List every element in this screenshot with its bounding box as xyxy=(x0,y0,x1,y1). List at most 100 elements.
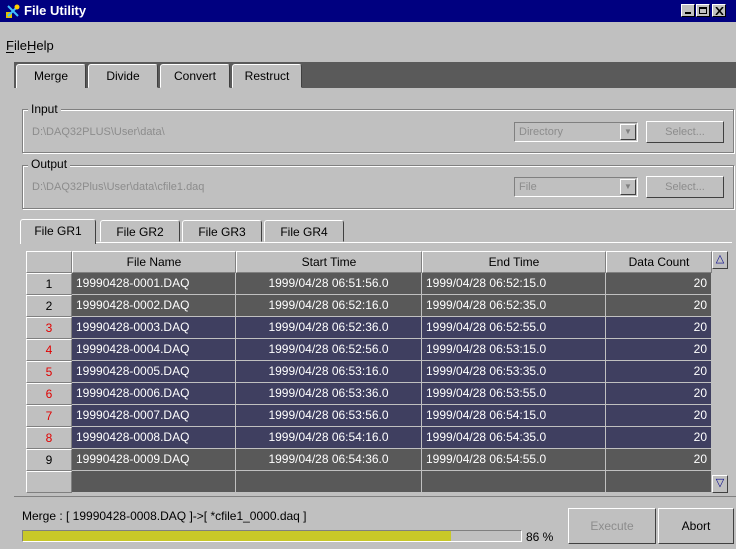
input-type-value: Directory xyxy=(519,126,564,138)
cell-start[interactable]: 1999/04/28 06:53:36.0 xyxy=(236,383,422,405)
cell-name[interactable]: 19990428-0001.DAQ xyxy=(72,273,236,295)
maximize-button[interactable] xyxy=(696,4,710,17)
minimize-button[interactable] xyxy=(681,4,695,17)
cell-end[interactable]: 1999/04/28 06:54:55.0 xyxy=(422,449,606,471)
row-number[interactable]: 8 xyxy=(26,427,72,449)
cell-count[interactable]: 20 xyxy=(606,295,712,317)
cell-end[interactable]: 1999/04/28 06:52:35.0 xyxy=(422,295,606,317)
tab-file-gr1[interactable]: File GR1 xyxy=(20,219,96,244)
row-number[interactable]: 7 xyxy=(26,405,72,427)
cell-count[interactable]: 20 xyxy=(606,405,712,427)
cell-name[interactable]: 19990428-0005.DAQ xyxy=(72,361,236,383)
header-file-name[interactable]: File Name xyxy=(72,251,236,273)
abort-button[interactable]: Abort xyxy=(658,508,734,544)
progress-percent: 86 % xyxy=(526,530,554,544)
cell-start[interactable]: 1999/04/28 06:54:16.0 xyxy=(236,427,422,449)
tab-divide[interactable]: Divide xyxy=(88,64,158,88)
cell-count[interactable]: 20 xyxy=(606,361,712,383)
scroll-up-icon[interactable]: △ xyxy=(712,251,728,269)
chevron-down-icon[interactable]: ▼ xyxy=(620,124,636,140)
cell-name[interactable]: 19990428-0003.DAQ xyxy=(72,317,236,339)
row-number[interactable]: 3 xyxy=(26,317,72,339)
menu-bar xyxy=(0,36,736,56)
vertical-scrollbar[interactable]: △ ▽ xyxy=(712,251,728,493)
input-label: Input xyxy=(28,102,61,116)
cell-start[interactable]: 1999/04/28 06:52:16.0 xyxy=(236,295,422,317)
cell-start[interactable] xyxy=(236,471,422,493)
cell-end[interactable]: 1999/04/28 06:53:15.0 xyxy=(422,339,606,361)
status-message: Merge : [ 19990428-0008.DAQ ]->[ *cfile1… xyxy=(22,509,307,523)
maximize-icon xyxy=(699,7,707,14)
cell-start[interactable]: 1999/04/28 06:52:36.0 xyxy=(236,317,422,339)
cell-name[interactable]: 19990428-0006.DAQ xyxy=(72,383,236,405)
input-select-button[interactable]: Select... xyxy=(646,121,724,143)
header-data-count[interactable]: Data Count xyxy=(606,251,712,273)
cell-count[interactable]: 20 xyxy=(606,339,712,361)
cell-end[interactable]: 1999/04/28 06:54:35.0 xyxy=(422,427,606,449)
menu-file[interactable]: File xyxy=(6,38,27,53)
output-select-button[interactable]: Select... xyxy=(646,176,724,198)
cell-start[interactable]: 1999/04/28 06:53:56.0 xyxy=(236,405,422,427)
menu-help-underline xyxy=(27,52,35,53)
tab-restruct[interactable]: Restruct xyxy=(232,64,302,88)
cell-count[interactable] xyxy=(606,471,712,493)
tab-file-gr2[interactable]: File GR2 xyxy=(100,220,180,242)
output-type-select[interactable]: File ▼ xyxy=(514,177,638,197)
cell-end[interactable]: 1999/04/28 06:52:55.0 xyxy=(422,317,606,339)
output-path: D:\DAQ32Plus\User\data\cfile1.daq xyxy=(32,181,205,193)
window-title: File Utility xyxy=(24,3,87,18)
row-number[interactable]: 1 xyxy=(26,273,72,295)
cell-start[interactable]: 1999/04/28 06:54:36.0 xyxy=(236,449,422,471)
input-path: D:\DAQ32PLUS\User\data\ xyxy=(32,126,165,138)
tab-merge[interactable]: Merge xyxy=(16,64,86,90)
cell-name[interactable]: 19990428-0004.DAQ xyxy=(72,339,236,361)
chevron-down-icon[interactable]: ▼ xyxy=(620,179,636,195)
cell-count[interactable]: 20 xyxy=(606,273,712,295)
menu-help[interactable]: Help xyxy=(27,38,54,53)
row-number[interactable]: 5 xyxy=(26,361,72,383)
minimize-icon xyxy=(685,12,691,14)
cell-count[interactable]: 20 xyxy=(606,449,712,471)
execute-button[interactable]: Execute xyxy=(568,508,656,544)
cell-name[interactable]: 19990428-0002.DAQ xyxy=(72,295,236,317)
cell-name[interactable]: 19990428-0009.DAQ xyxy=(72,449,236,471)
row-number[interactable]: 2 xyxy=(26,295,72,317)
tab-convert[interactable]: Convert xyxy=(160,64,230,88)
cell-count[interactable]: 20 xyxy=(606,383,712,405)
close-icon xyxy=(715,7,724,15)
menu-file-underline xyxy=(6,52,14,53)
cell-name[interactable] xyxy=(72,471,236,493)
cell-count[interactable]: 20 xyxy=(606,427,712,449)
cell-start[interactable]: 1999/04/28 06:51:56.0 xyxy=(236,273,422,295)
cell-start[interactable]: 1999/04/28 06:52:56.0 xyxy=(236,339,422,361)
progress-fill xyxy=(23,531,452,541)
tab-file-gr4[interactable]: File GR4 xyxy=(264,220,344,242)
row-number[interactable] xyxy=(26,471,72,493)
scroll-down-icon[interactable]: ▽ xyxy=(712,475,728,493)
output-type-value: File xyxy=(519,181,537,193)
cell-count[interactable]: 20 xyxy=(606,317,712,339)
header-end-time[interactable]: End Time xyxy=(422,251,606,273)
title-bar: File Utility xyxy=(0,0,736,22)
cell-name[interactable]: 19990428-0008.DAQ xyxy=(72,427,236,449)
cell-end[interactable] xyxy=(422,471,606,493)
cell-end[interactable]: 1999/04/28 06:54:15.0 xyxy=(422,405,606,427)
cell-end[interactable]: 1999/04/28 06:53:55.0 xyxy=(422,383,606,405)
cell-end[interactable]: 1999/04/28 06:53:35.0 xyxy=(422,361,606,383)
progress-bar xyxy=(22,530,522,542)
close-button[interactable] xyxy=(712,4,726,17)
status-divider xyxy=(14,496,736,497)
table-corner xyxy=(26,251,72,273)
tool-icon xyxy=(6,4,20,18)
input-type-select[interactable]: Directory ▼ xyxy=(514,122,638,142)
row-number[interactable]: 6 xyxy=(26,383,72,405)
cell-end[interactable]: 1999/04/28 06:52:15.0 xyxy=(422,273,606,295)
output-label: Output xyxy=(28,157,71,171)
cell-name[interactable]: 19990428-0007.DAQ xyxy=(72,405,236,427)
row-number[interactable]: 4 xyxy=(26,339,72,361)
tab-file-gr3[interactable]: File GR3 xyxy=(182,220,262,242)
cell-start[interactable]: 1999/04/28 06:53:16.0 xyxy=(236,361,422,383)
row-number[interactable]: 9 xyxy=(26,449,72,471)
header-start-time[interactable]: Start Time xyxy=(236,251,422,273)
file-table: File Name Start Time End Time Data Count… xyxy=(26,251,712,493)
